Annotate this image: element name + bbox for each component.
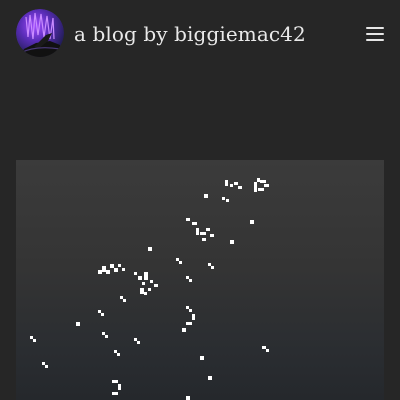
menu-bar <box>366 33 384 35</box>
avatar-image <box>16 9 64 57</box>
menu-bar <box>366 27 384 29</box>
page: a blog by biggiemac42 <box>0 0 400 400</box>
site-title[interactable]: a blog by biggiemac42 <box>74 20 306 48</box>
hamburger-menu-icon[interactable] <box>362 22 390 46</box>
site-header: a blog by biggiemac42 <box>0 0 400 70</box>
cellular-automaton-illustration <box>30 178 269 400</box>
hero-image <box>16 160 384 400</box>
menu-bar <box>366 39 384 41</box>
avatar[interactable] <box>16 9 64 57</box>
